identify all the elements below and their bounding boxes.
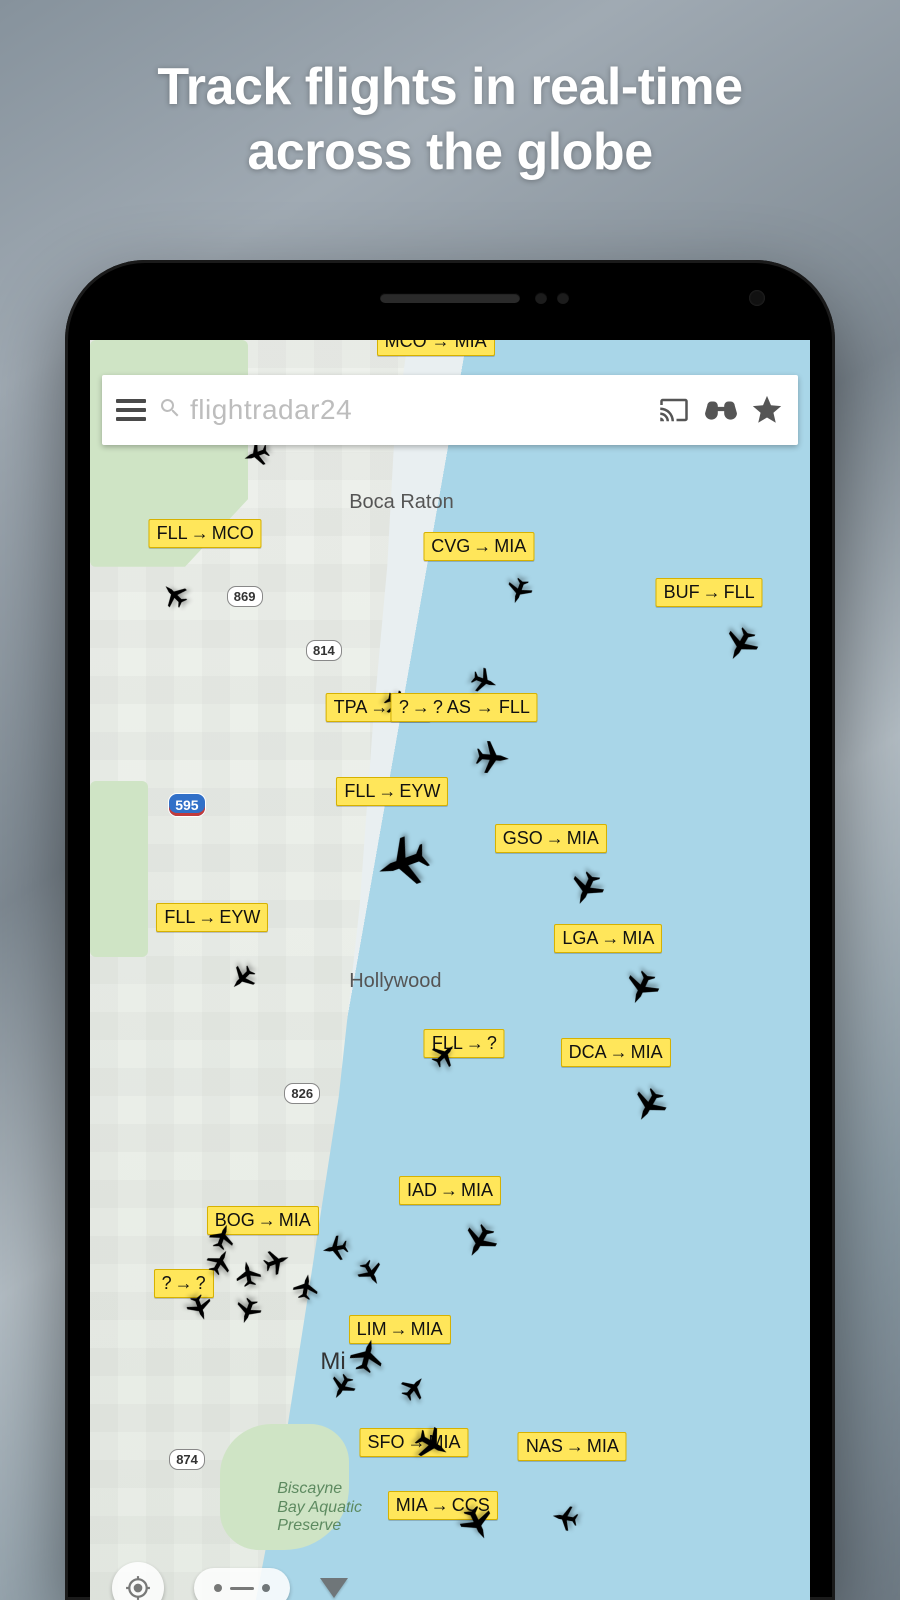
aircraft-marker[interactable]: FLL→? xyxy=(424,1029,505,1087)
aircraft-marker[interactable] xyxy=(235,1296,261,1325)
map-overlay[interactable]: Boca RatonFortHollywoodMiBiscayneBay Aqu… xyxy=(90,340,810,1600)
aircraft-marker[interactable]: LGA→MIA xyxy=(554,924,662,990)
state-route-shield: 814 xyxy=(306,640,342,661)
cast-icon[interactable] xyxy=(656,395,692,425)
binoculars-icon[interactable] xyxy=(704,393,738,427)
aircraft-marker[interactable] xyxy=(235,1258,261,1287)
aircraft-marker[interactable]: CVG→MIA xyxy=(423,532,534,590)
headline-line-1: Track flights in real-time xyxy=(157,58,742,116)
aircraft-marker[interactable]: BUF→FLL xyxy=(656,578,763,644)
state-route-shield: 869 xyxy=(227,586,263,607)
aircraft-marker[interactable]: FLL→MCO xyxy=(149,519,262,577)
city-label: Hollywood xyxy=(349,970,441,993)
phone-camera xyxy=(749,290,765,306)
park-label: BiscayneBay AquaticPreserve xyxy=(277,1480,362,1535)
aircraft-marker[interactable] xyxy=(264,1245,290,1274)
dropdown-icon[interactable] xyxy=(320,1578,348,1598)
search-input[interactable]: flightradar24 xyxy=(190,394,352,426)
promo-headline: Track flights in real-time across the gl… xyxy=(0,55,900,185)
headline-line-2: across the globe xyxy=(247,123,652,181)
aircraft-marker[interactable]: NAS→MIA xyxy=(518,1432,627,1490)
state-route-shield: 874 xyxy=(169,1449,205,1470)
aircraft-marker[interactable]: ?→? xyxy=(154,1269,214,1327)
aircraft-marker[interactable] xyxy=(329,1371,355,1400)
phone-sensors xyxy=(535,292,569,304)
app-screen[interactable]: Boca RatonFortHollywoodMiBiscayneBay Aqu… xyxy=(90,340,810,1600)
aircraft-marker[interactable] xyxy=(358,1258,384,1287)
city-label: Boca Raton xyxy=(349,491,454,514)
aircraft-marker[interactable] xyxy=(401,1371,427,1400)
favorites-icon[interactable] xyxy=(750,393,784,427)
search-icon[interactable] xyxy=(158,396,182,425)
aircraft-marker[interactable]: FLL→EYW xyxy=(156,903,268,961)
aircraft-marker[interactable]: GSO→MIA xyxy=(495,824,607,890)
aircraft-marker[interactable]: DCA→MIA xyxy=(561,1038,671,1104)
aircraft-marker[interactable] xyxy=(476,737,510,774)
aircraft-marker[interactable] xyxy=(207,1245,233,1274)
menu-button[interactable] xyxy=(116,399,146,421)
aircraft-marker[interactable]: SFO→MIA xyxy=(359,1428,468,1494)
phone-frame: Boca RatonFortHollywoodMiBiscayneBay Aqu… xyxy=(65,260,835,1600)
aircraft-marker[interactable]: MIA→CCS xyxy=(388,1491,498,1557)
phone-speaker xyxy=(380,293,520,303)
state-route-shield: 826 xyxy=(284,1083,320,1104)
aircraft-marker[interactable]: IAD→MIA xyxy=(399,1176,501,1242)
aircraft-marker[interactable]: ?→? AS → FLL xyxy=(391,693,538,751)
aircraft-marker[interactable] xyxy=(293,1271,319,1300)
bottom-controls xyxy=(90,1558,810,1600)
flight-tag[interactable]: MCO → MIA xyxy=(377,340,495,356)
aircraft-marker[interactable] xyxy=(322,1233,348,1262)
filter-pill[interactable] xyxy=(194,1568,290,1600)
aircraft-marker[interactable]: FLL→EYW xyxy=(336,777,448,861)
aircraft-marker[interactable]: LIM→MIA xyxy=(349,1315,451,1381)
locate-button[interactable] xyxy=(112,1562,164,1600)
app-bar: flightradar24 xyxy=(102,375,798,445)
interstate-shield: 595 xyxy=(169,794,204,816)
